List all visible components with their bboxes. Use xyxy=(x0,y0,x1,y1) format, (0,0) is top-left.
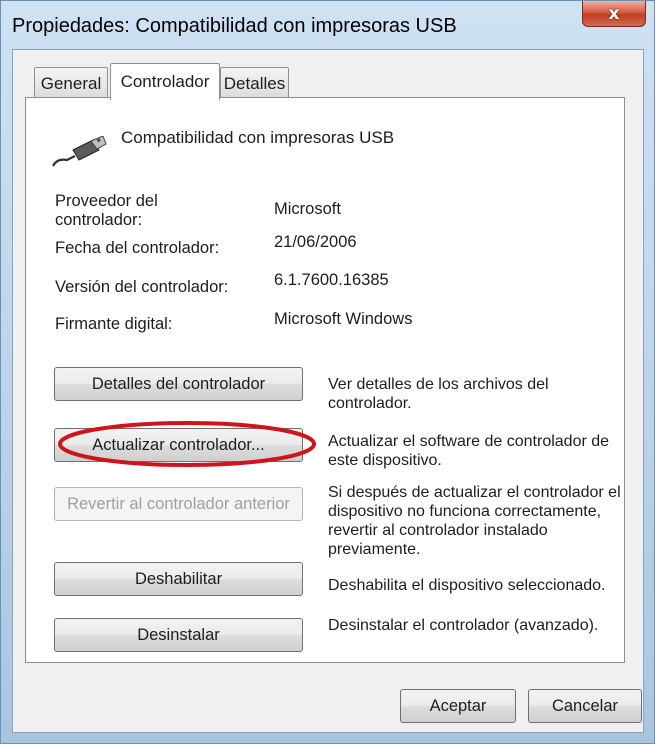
cancel-button[interactable]: Cancelar xyxy=(528,689,642,723)
ok-button[interactable]: Aceptar xyxy=(400,689,516,723)
close-icon: x xyxy=(608,3,620,24)
version-label: Versión del controlador: xyxy=(55,278,229,296)
usb-plug-icon xyxy=(52,136,107,167)
tab-general[interactable]: General xyxy=(34,67,108,100)
tab-detalles[interactable]: Detalles xyxy=(220,67,289,100)
rollback-driver-button[interactable]: Revertir al controlador anterior xyxy=(54,487,303,521)
disable-device-button[interactable]: Deshabilitar xyxy=(54,562,303,596)
properties-dialog: Propiedades: Compatibilidad con impresor… xyxy=(0,0,655,744)
provider-value: Microsoft xyxy=(274,200,341,218)
uninstall-driver-button[interactable]: Desinstalar xyxy=(54,618,303,652)
uninstall-driver-description: Desinstalar el controlador (avanzado). xyxy=(328,617,599,634)
tab-controlador[interactable]: Controlador xyxy=(110,63,220,100)
title-bar[interactable]: Propiedades: Compatibilidad con impresor… xyxy=(1,1,654,49)
rollback-driver-description: Si después de actualizar el controlador … xyxy=(328,484,621,558)
window-title: Propiedades: Compatibilidad con impresor… xyxy=(12,15,457,37)
update-driver-description: Actualizar el software de controlador de… xyxy=(328,433,610,469)
date-value: 21/06/2006 xyxy=(274,233,357,251)
device-name: Compatibilidad con impresoras USB xyxy=(121,128,395,147)
signer-label: Firmante digital: xyxy=(55,315,173,333)
provider-label: Proveedor del controlador: xyxy=(55,192,158,229)
date-label: Fecha del controlador: xyxy=(55,239,220,257)
close-button[interactable]: x xyxy=(582,1,646,27)
disable-device-description: Deshabilita el dispositivo seleccionado. xyxy=(328,577,606,594)
update-driver-button[interactable]: Actualizar controlador... xyxy=(54,428,303,462)
driver-details-description: Ver detalles de los archivos del control… xyxy=(328,376,549,412)
signer-value: Microsoft Windows xyxy=(274,310,413,328)
version-value: 6.1.7600.16385 xyxy=(274,271,389,289)
driver-details-button[interactable]: Detalles del controlador xyxy=(54,367,303,401)
